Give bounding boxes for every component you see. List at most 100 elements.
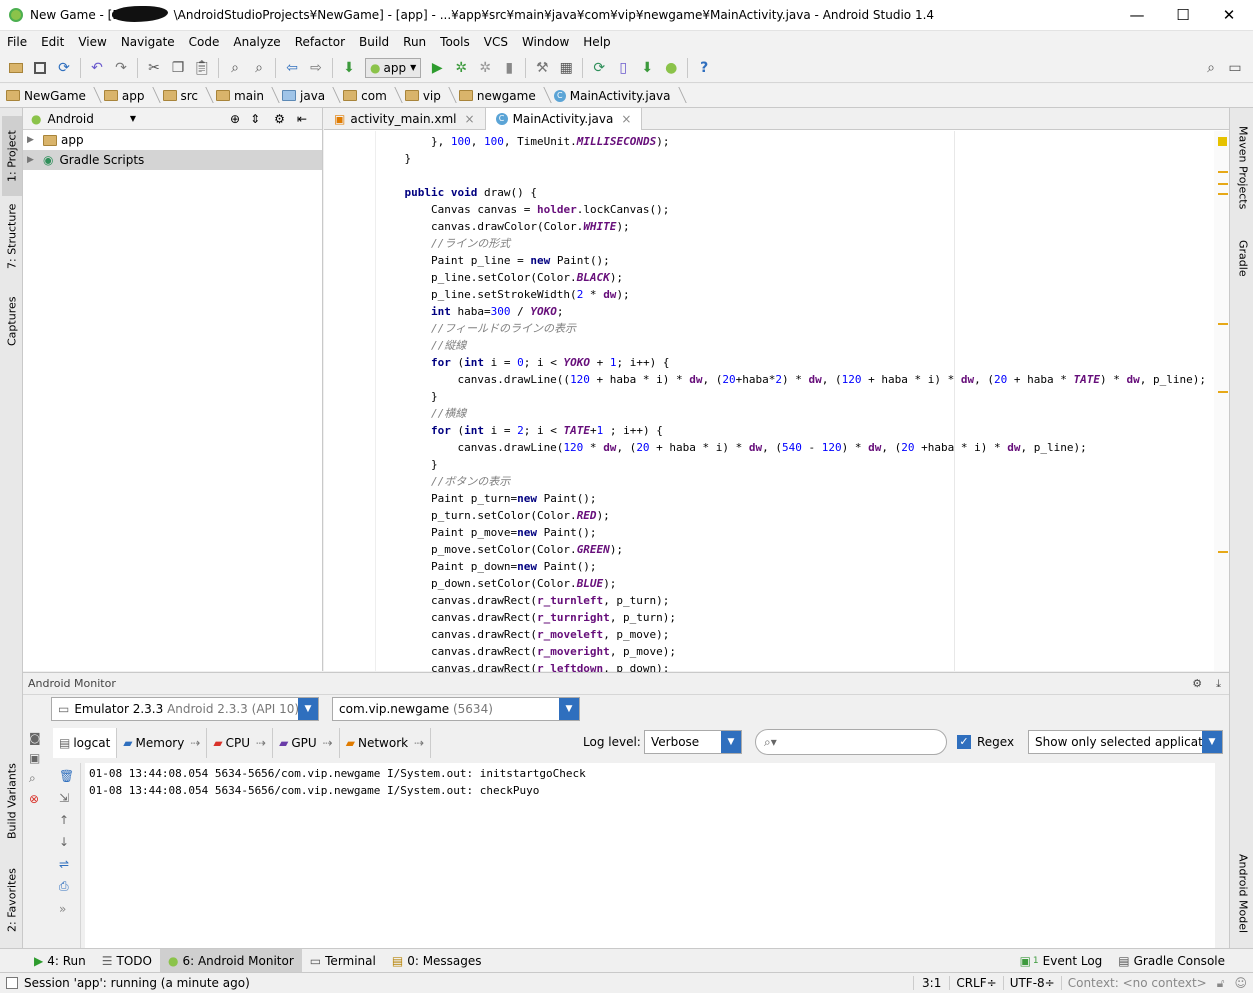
project-structure-icon[interactable]: ▦: [556, 58, 576, 78]
menu-build[interactable]: Build: [352, 31, 396, 53]
tool-tab-project[interactable]: 1: Project: [2, 116, 22, 196]
attach-debugger-icon[interactable]: ✲: [475, 58, 495, 78]
breadcrumb-vip[interactable]: vip: [399, 84, 453, 108]
toggle-tool-windows-icon[interactable]: [6, 977, 18, 989]
tool-tab-todo[interactable]: ☰ TODO: [94, 949, 160, 973]
breadcrumb-src[interactable]: src: [157, 84, 211, 108]
breadcrumb-com[interactable]: com: [337, 84, 399, 108]
breadcrumb-main[interactable]: main: [210, 84, 276, 108]
tool-tab-terminal[interactable]: ▭ Terminal: [302, 949, 384, 973]
gear-icon[interactable]: ⚙: [1192, 677, 1202, 690]
terminate-app-icon[interactable]: ⊗: [29, 792, 51, 806]
breadcrumb-newgame-pkg[interactable]: newgame: [453, 84, 548, 108]
menu-file[interactable]: File: [0, 31, 34, 53]
system-info-icon[interactable]: ⌕: [29, 771, 51, 786]
menu-vcs[interactable]: VCS: [477, 31, 515, 53]
chevron-down-icon[interactable]: ▼: [1202, 731, 1222, 753]
replace-icon[interactable]: ⌕: [249, 58, 269, 78]
collapse-icon[interactable]: ⇕: [250, 112, 260, 126]
menu-code[interactable]: Code: [182, 31, 227, 53]
avd-manager-icon[interactable]: ▯: [613, 58, 633, 78]
sync-gradle-icon[interactable]: ⟳: [589, 58, 609, 78]
clear-log-icon[interactable]: 🗑︎: [59, 769, 80, 783]
process-select[interactable]: com.vip.newgame (5634) ▼: [332, 697, 580, 721]
menu-edit[interactable]: Edit: [34, 31, 71, 53]
log-level-select[interactable]: Verbose ▼: [644, 730, 742, 754]
breadcrumb-mainactivity[interactable]: C MainActivity.java: [548, 84, 683, 108]
make-project-icon[interactable]: ⬇: [339, 58, 359, 78]
target-icon[interactable]: ⊕: [230, 112, 240, 126]
down-icon[interactable]: ↓: [59, 835, 80, 849]
settings-icon[interactable]: ⚒: [532, 58, 552, 78]
tool-tab-android-model[interactable]: Android Model: [1234, 848, 1252, 940]
chevron-right-icon[interactable]: ▶: [27, 135, 43, 145]
error-stripe[interactable]: [1214, 131, 1229, 671]
log-filter-select[interactable]: Show only selected application ▼: [1028, 730, 1223, 754]
chevron-right-icon[interactable]: ▶: [27, 155, 43, 165]
android-device-monitor-icon[interactable]: ●: [661, 58, 681, 78]
menu-analyze[interactable]: Analyze: [226, 31, 287, 53]
tool-tab-messages[interactable]: ▤ 0: Messages: [384, 949, 490, 973]
float-icon[interactable]: ⇢: [256, 736, 266, 750]
device-select[interactable]: ▭ Emulator 2.3.3 Android 2.3.3 (API 10) …: [51, 697, 319, 721]
chevron-down-icon[interactable]: ▼: [130, 114, 136, 123]
cut-icon[interactable]: ✂: [144, 58, 164, 78]
project-view-select[interactable]: Android: [47, 112, 93, 126]
chevron-down-icon[interactable]: ▼: [721, 731, 741, 753]
breadcrumb-java[interactable]: java: [276, 84, 337, 108]
tool-tab-event-log[interactable]: ▣ 1 Event Log: [1012, 949, 1111, 973]
find-icon[interactable]: ⌕: [225, 58, 245, 78]
line-separator[interactable]: CRLF÷: [949, 976, 1002, 990]
file-encoding[interactable]: UTF-8÷: [1002, 976, 1061, 990]
float-icon[interactable]: ⇢: [190, 736, 200, 750]
tab-logcat[interactable]: ▤ logcat: [53, 728, 118, 758]
up-icon[interactable]: ↑: [59, 813, 80, 827]
forward-icon[interactable]: ⇨: [306, 58, 326, 78]
menu-window[interactable]: Window: [515, 31, 576, 53]
code-text[interactable]: }, 100, 100, TimeUnit.MILLISECONDS); } p…: [378, 133, 1205, 677]
copy-icon[interactable]: ❐: [168, 58, 188, 78]
checkbox-checked-icon[interactable]: ✓: [957, 735, 971, 749]
tool-tab-run[interactable]: ▶ 4: Run: [26, 949, 94, 973]
menu-help[interactable]: Help: [576, 31, 617, 53]
breadcrumb-app[interactable]: app: [98, 84, 157, 108]
run-config-select[interactable]: ● app ▼: [365, 57, 422, 78]
open-folder-icon[interactable]: [6, 58, 26, 78]
tab-gpu[interactable]: ▰ GPU ⇢: [273, 728, 340, 758]
hide-panel-icon[interactable]: ⤓: [1216, 677, 1221, 691]
menu-navigate[interactable]: Navigate: [114, 31, 182, 53]
sync-icon[interactable]: ⟳: [54, 58, 74, 78]
screen-record-icon[interactable]: ▣: [29, 751, 51, 765]
tool-tab-structure[interactable]: 7: Structure: [2, 200, 22, 272]
run-icon[interactable]: ▶: [427, 58, 447, 78]
tool-tab-gradle-console[interactable]: ▤ Gradle Console: [1110, 949, 1233, 973]
close-icon[interactable]: ×: [465, 112, 475, 126]
sdk-manager-icon[interactable]: ⬇: [637, 58, 657, 78]
tool-tab-maven-projects[interactable]: Maven Projects: [1234, 118, 1252, 218]
log-search-input[interactable]: ⌕▾: [755, 729, 947, 755]
float-icon[interactable]: ⇢: [414, 736, 424, 750]
menu-refactor[interactable]: Refactor: [288, 31, 352, 53]
tool-tab-favorites[interactable]: 2: Favorites: [2, 860, 22, 940]
tree-item-app[interactable]: ▶ app: [23, 130, 322, 150]
gear-icon[interactable]: ⚙: [274, 112, 285, 126]
tool-tab-build-variants[interactable]: Build Variants: [2, 756, 22, 846]
camera-icon[interactable]: ◙: [29, 731, 51, 745]
hide-icon[interactable]: ⇤: [297, 112, 307, 126]
tab-cpu[interactable]: ▰ CPU ⇢: [207, 728, 274, 758]
chevron-down-icon[interactable]: ▼: [559, 698, 579, 720]
tool-tab-captures[interactable]: Captures: [2, 290, 22, 352]
menu-tools[interactable]: Tools: [433, 31, 477, 53]
logcat-output[interactable]: 01-08 13:44:08.054 5634-5656/com.vip.new…: [85, 763, 1215, 948]
paste-icon[interactable]: 📋︎: [192, 58, 212, 78]
tree-item-gradle-scripts[interactable]: ▶ ◉ Gradle Scripts: [23, 150, 322, 170]
save-all-icon[interactable]: [30, 58, 50, 78]
inspector-icon[interactable]: ☺: [1228, 976, 1253, 990]
close-icon[interactable]: ×: [621, 112, 631, 126]
undo-icon[interactable]: ↶: [87, 58, 107, 78]
help-icon[interactable]: ?: [694, 58, 714, 78]
stop-icon[interactable]: ▮: [499, 58, 519, 78]
tab-network[interactable]: ▰ Network ⇢: [340, 728, 432, 758]
soft-wrap-icon[interactable]: ⇌: [59, 857, 80, 871]
close-button[interactable]: ✕: [1206, 0, 1252, 30]
